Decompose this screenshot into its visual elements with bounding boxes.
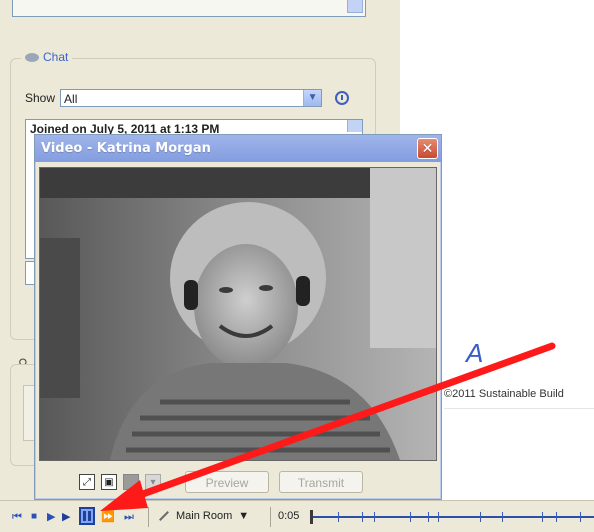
stop-icon[interactable]: ■ <box>31 510 37 524</box>
step-icon[interactable]: ▶ <box>62 510 70 524</box>
chat-bubble-icon <box>25 52 39 62</box>
timeline-tick <box>338 512 339 522</box>
webcam-image <box>40 168 436 460</box>
close-button[interactable]: ✕ <box>417 138 438 159</box>
pause-bar-right <box>88 511 91 521</box>
timeline-track <box>310 516 594 518</box>
timeline-tick <box>580 512 581 522</box>
room-label: Main Room <box>176 510 233 522</box>
toolbar-divider <box>270 507 271 527</box>
chat-title: Chat <box>43 50 69 64</box>
logo-icon: A <box>466 338 484 368</box>
timeline-tick <box>438 512 439 522</box>
timeline-tick <box>556 512 557 522</box>
play-icon[interactable]: ▶ <box>47 510 55 524</box>
timeline-tick <box>410 512 411 522</box>
copyright-text: ©2011 Sustainable Build <box>444 388 564 400</box>
video-window-title: Video - Katrina Morgan <box>41 141 211 156</box>
video-controls: ⤢ ▣ ▾ Preview Transmit <box>79 471 363 493</box>
chevron-down-icon[interactable]: ▾ <box>145 474 161 490</box>
pop-out-icon[interactable]: ⤢ <box>79 474 95 490</box>
skip-to-end-icon[interactable]: ⏭ <box>124 510 134 524</box>
pause-bar-left <box>83 511 86 521</box>
preview-button[interactable]: Preview <box>185 471 269 493</box>
scrollbar-arrow[interactable] <box>347 0 363 13</box>
show-filter-select[interactable]: All ▼ <box>60 89 323 107</box>
timeline-tick <box>480 512 481 522</box>
chat-log-scrollbar[interactable] <box>347 120 362 132</box>
timeline-tick <box>502 512 503 522</box>
timeline-thumb[interactable] <box>310 510 313 524</box>
timeline-tick <box>428 512 429 522</box>
pause-button[interactable] <box>79 507 95 525</box>
content-divider <box>444 408 594 409</box>
timeline-tick <box>542 512 543 522</box>
top-list-stub <box>12 0 366 17</box>
video-window-titlebar[interactable]: Video - Katrina Morgan ✕ <box>35 135 441 162</box>
pencil-icon <box>159 511 169 521</box>
elapsed-time: 0:05 <box>278 510 300 522</box>
show-filter-row: Show All ▼ <box>25 89 350 107</box>
chat-legend: Chat <box>21 50 73 64</box>
video-feed <box>39 167 437 461</box>
transmit-button[interactable]: Transmit <box>279 471 363 493</box>
show-label: Show <box>25 91 56 105</box>
chevron-down-icon[interactable]: ▼ <box>303 90 322 106</box>
camera-settings-icon[interactable]: ▣ <box>101 474 117 490</box>
show-filter-value: All <box>64 92 78 106</box>
toolbar-divider <box>148 507 149 527</box>
timeline-tick <box>374 512 375 522</box>
fast-forward-icon[interactable]: ⏩ <box>101 510 115 524</box>
clock-icon[interactable] <box>335 91 350 105</box>
timeline-tick <box>362 512 363 522</box>
room-select[interactable]: Main Room ▼ <box>158 510 249 522</box>
skip-to-start-icon[interactable]: ⏮ <box>12 510 22 524</box>
playback-toolbar: ⏮ ■ ▶ ▶ ⏩ ⏭ Main Room ▼ 0:05 <box>0 500 594 532</box>
timeline-scrubber[interactable] <box>310 510 594 524</box>
mute-icon[interactable] <box>123 474 139 490</box>
chevron-down-icon: ▼ <box>238 510 250 522</box>
video-window[interactable]: Video - Katrina Morgan ✕ ⤢ ▣ ▾ Preview T… <box>34 134 442 500</box>
